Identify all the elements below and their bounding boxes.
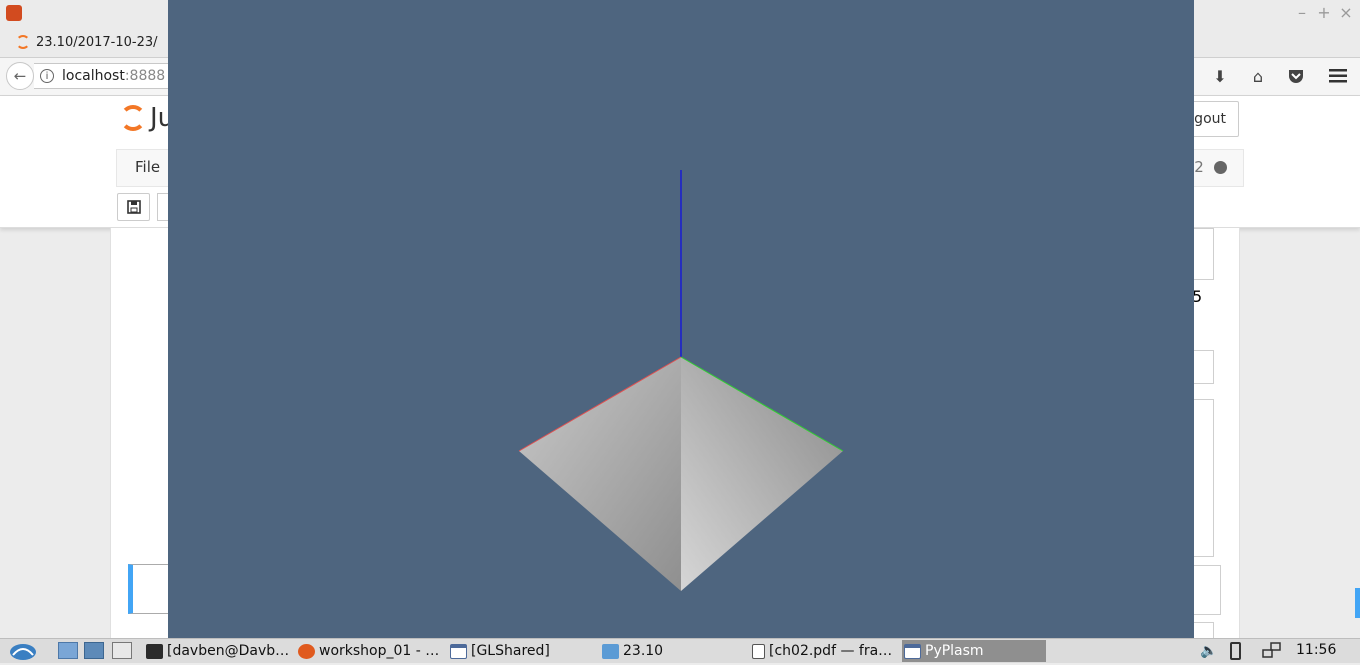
- firefox-icon: [298, 643, 315, 659]
- hamburger-menu-icon[interactable]: [1326, 64, 1350, 88]
- taskbar-label: [GLShared]: [471, 643, 550, 659]
- back-button[interactable]: ←: [6, 62, 34, 90]
- file-manager-icon[interactable]: [58, 642, 78, 659]
- taskbar-label: [ch02.pdf — fra…: [769, 643, 893, 659]
- close-window-button[interactable]: ×: [1336, 3, 1356, 22]
- taskbar-item-glshared[interactable]: [GLShared]: [450, 640, 598, 662]
- cell-fragment[interactable]: [1194, 565, 1221, 615]
- taskbar-item-pyplasm[interactable]: PyPlasm: [902, 640, 1046, 662]
- document-icon: [752, 643, 765, 659]
- window-icon: [450, 643, 467, 659]
- back-arrow-icon: ←: [13, 67, 27, 85]
- clock: 11:56: [1296, 642, 1337, 658]
- cell-fragment[interactable]: [1194, 228, 1214, 280]
- battery-icon[interactable]: [1230, 642, 1241, 660]
- pyramid-right-face: [681, 357, 843, 591]
- menu-file[interactable]: File: [135, 158, 160, 176]
- maximize-button[interactable]: +: [1314, 3, 1334, 22]
- window-icon: [904, 643, 921, 659]
- taskbar-item-firefox[interactable]: workshop_01 - …: [298, 640, 444, 662]
- volume-icon[interactable]: 🔈: [1200, 643, 1217, 659]
- desktop-icon[interactable]: [112, 642, 132, 659]
- scroll-marker[interactable]: [1355, 588, 1360, 618]
- taskbar-label: PyPlasm: [925, 643, 984, 659]
- info-icon[interactable]: i: [40, 69, 54, 83]
- firefox-app-icon: [6, 5, 22, 21]
- jupyter-favicon-icon: [16, 35, 30, 49]
- taskbar-item-pdf[interactable]: [ch02.pdf — fra…: [752, 640, 898, 662]
- taskbar-label: workshop_01 - …: [319, 643, 440, 659]
- url-host: localhost: [62, 68, 125, 84]
- jupyter-ring-icon: [120, 105, 146, 131]
- network-status-icon[interactable]: [1262, 642, 1282, 659]
- taskbar-label: 23.10: [623, 643, 664, 659]
- cell-fragment[interactable]: [1194, 399, 1214, 557]
- cell-fragment[interactable]: [1194, 350, 1214, 384]
- taskbar-label: [davben@Davb…: [167, 643, 290, 659]
- jupyter-logo[interactable]: Ju: [120, 103, 174, 133]
- taskbar-item-terminal[interactable]: [davben@Davb…: [146, 640, 294, 662]
- pyramid-left-face: [519, 357, 681, 591]
- pocket-icon[interactable]: [1284, 64, 1308, 88]
- taskbar-item-folder[interactable]: 23.10: [602, 640, 748, 662]
- url-port: :8888: [124, 68, 166, 84]
- home-icon[interactable]: ⌂: [1246, 64, 1270, 88]
- minimize-button[interactable]: –: [1292, 3, 1312, 22]
- start-menu-icon[interactable]: [8, 641, 38, 661]
- tab-title: 23.10/2017-10-23/: [36, 34, 158, 50]
- folder-icon: [602, 643, 619, 659]
- selected-cell[interactable]: [128, 564, 170, 614]
- network-icon[interactable]: [84, 642, 104, 659]
- downloads-icon[interactable]: ⬇: [1208, 64, 1232, 88]
- save-button[interactable]: [117, 193, 150, 221]
- floppy-disk-icon: [126, 200, 141, 214]
- terminal-icon: [146, 643, 163, 659]
- pyplasm-canvas[interactable]: [168, 0, 1194, 638]
- kernel-status-icon: [1213, 160, 1227, 174]
- pyplasm-viewer[interactable]: [168, 0, 1194, 638]
